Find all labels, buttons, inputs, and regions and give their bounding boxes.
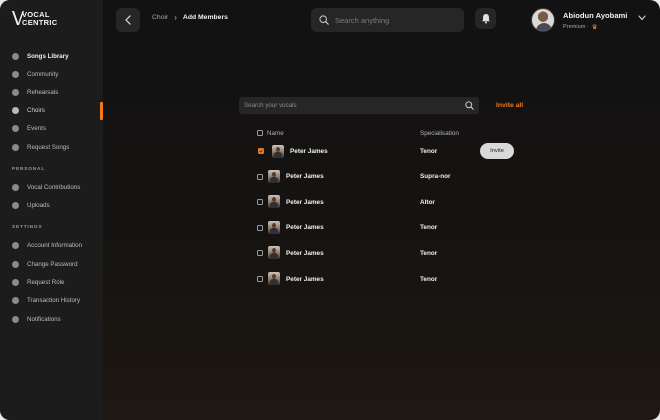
history-icon — [12, 296, 19, 304]
row-checkbox[interactable] — [257, 225, 263, 231]
member-specialisation: Altor — [420, 199, 435, 206]
sidebar-item-uploads[interactable]: Uploads — [12, 199, 100, 211]
sidebar-item-label: Choirs — [27, 106, 45, 114]
sidebar-item-label: Notifications — [27, 315, 61, 323]
search-icon — [465, 101, 474, 110]
member-specialisation: Supra-nor — [420, 173, 451, 180]
member-name: Peter James — [286, 173, 324, 180]
active-indicator — [100, 102, 103, 120]
user-plan-label: Premium · — [563, 24, 589, 30]
row-checkbox[interactable] — [257, 250, 263, 256]
sidebar-item-vocal-contributions[interactable]: Vocal Contributions — [12, 181, 100, 193]
member-avatar — [268, 246, 280, 259]
member-avatar — [268, 170, 280, 183]
vocal-search[interactable]: Search your vocals — [239, 97, 479, 114]
account-icon — [12, 241, 19, 249]
crown-icon: ♛ — [591, 24, 598, 31]
sidebar-item-songs-library[interactable]: Songs Library — [12, 50, 100, 62]
events-icon — [12, 124, 19, 132]
sidebar-item-label: Songs Library — [27, 52, 69, 60]
sidebar-item-request-songs[interactable]: Request Songs — [12, 141, 100, 153]
music-library-icon — [12, 52, 19, 60]
section-heading-settings: SETTINGS — [12, 225, 43, 230]
breadcrumb-item-current: Add Members — [182, 14, 228, 21]
community-icon — [12, 70, 19, 78]
upload-icon — [12, 201, 19, 209]
member-name: Peter James — [286, 224, 324, 231]
user-name: Abiodun Ayobami — [563, 11, 628, 20]
notification-icon — [12, 315, 19, 323]
app-window: VOCAL CENTRIC Songs Library Community Re… — [0, 0, 660, 420]
lock-icon — [12, 260, 19, 268]
sidebar-item-label: Rehearsals — [27, 88, 59, 96]
chevron-right-icon: › — [174, 12, 177, 22]
column-header-specialisation: Specialisation — [420, 130, 459, 137]
invite-button[interactable]: Invite — [480, 143, 514, 159]
sidebar-item-rehearsals[interactable]: Rehearsals — [12, 86, 100, 98]
avatar[interactable] — [531, 8, 555, 32]
sidebar-item-label: Account Information — [27, 241, 83, 249]
member-name: Peter James — [286, 250, 324, 257]
request-songs-icon — [12, 143, 19, 151]
logo: VOCAL CENTRIC — [12, 10, 72, 28]
sidebar: VOCAL CENTRIC Songs Library Community Re… — [0, 0, 103, 420]
breadcrumb-item-choir[interactable]: Choir — [152, 14, 168, 21]
sidebar-item-transaction-history[interactable]: Transaction History — [12, 294, 100, 306]
member-avatar — [268, 272, 280, 285]
search-input[interactable]: Search anything — [335, 16, 389, 25]
member-specialisation: Tenor — [420, 250, 438, 257]
back-button[interactable] — [116, 8, 140, 32]
sidebar-item-change-password[interactable]: Change Password — [12, 258, 100, 270]
global-search[interactable]: Search anything — [311, 8, 464, 32]
member-name: Peter James — [290, 148, 328, 155]
breadcrumb: Choir › Add Members — [152, 12, 228, 22]
vocal-search-input[interactable]: Search your vocals — [244, 102, 297, 109]
sidebar-item-label: Community — [27, 70, 59, 78]
sidebar-item-notifications[interactable]: Notifications — [12, 313, 100, 325]
logo-text: VOCAL CENTRIC — [22, 10, 58, 27]
sidebar-item-label: Transaction History — [27, 296, 81, 304]
sidebar-item-choirs[interactable]: Choirs — [12, 104, 100, 116]
search-icon — [319, 15, 329, 25]
member-specialisation: Tenor — [420, 148, 438, 155]
sidebar-item-account-information[interactable]: Account Information — [12, 239, 100, 251]
select-all-checkbox[interactable] — [257, 130, 263, 136]
sidebar-item-label: Uploads — [27, 201, 50, 209]
choirs-icon — [12, 106, 19, 114]
member-specialisation: Tenor — [420, 224, 438, 231]
notifications-button[interactable] — [475, 8, 496, 29]
section-heading-personal: PERSONAL — [12, 167, 46, 172]
chevron-down-icon[interactable] — [638, 15, 646, 21]
check-icon — [259, 149, 263, 153]
sidebar-item-community[interactable]: Community — [12, 68, 100, 80]
row-checkbox[interactable] — [257, 199, 263, 205]
member-name: Peter James — [286, 276, 324, 283]
sidebar-item-label: Events — [27, 124, 46, 132]
column-header-name: Name — [267, 130, 284, 137]
role-icon — [12, 278, 19, 286]
sidebar-item-label: Request Songs — [27, 143, 70, 151]
bell-icon — [481, 14, 490, 24]
member-avatar — [268, 195, 280, 208]
sidebar-item-request-role[interactable]: Request Role — [12, 276, 100, 288]
sidebar-item-events[interactable]: Events — [12, 122, 100, 134]
row-checkbox[interactable] — [257, 174, 263, 180]
member-avatar — [272, 145, 284, 158]
row-checkbox-checked[interactable] — [258, 148, 264, 154]
microphone-icon — [12, 183, 19, 191]
member-specialisation: Tenor — [420, 276, 438, 283]
user-plan: Premium · ♛ — [563, 23, 598, 31]
member-name: Peter James — [286, 199, 324, 206]
rehearsals-icon — [12, 88, 19, 96]
member-avatar — [268, 221, 280, 234]
invite-all-button[interactable]: Invite all — [496, 102, 523, 109]
chevron-left-icon — [125, 15, 131, 25]
row-checkbox[interactable] — [257, 276, 263, 282]
sidebar-item-label: Request Role — [27, 278, 65, 286]
sidebar-item-label: Change Password — [27, 260, 78, 268]
sidebar-item-label: Vocal Contributions — [27, 183, 81, 191]
